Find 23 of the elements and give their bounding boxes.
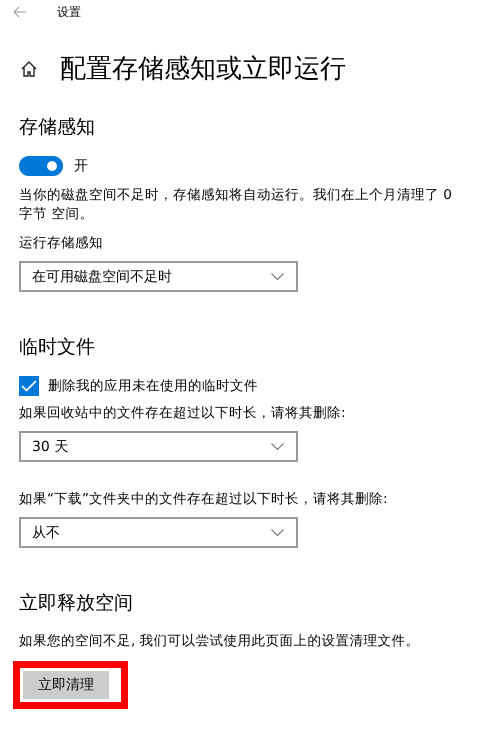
dropdown-label: 如果“下载”文件夹中的文件存在超过以下时长，请将其删除: xyxy=(19,490,389,508)
back-icon[interactable] xyxy=(13,6,27,18)
page-title: 配置存储感知或立即运行 xyxy=(60,53,346,86)
window-title: 设置 xyxy=(57,4,81,20)
section-heading: 立即释放空间 xyxy=(19,591,134,616)
description-text: 当你的磁盘空间不足时，存储感知将自动运行。我们在上个月清理了 0 字节 空间。 xyxy=(19,186,453,224)
dropdown[interactable]: 在可用磁盘空间不足时 xyxy=(19,261,298,292)
checkbox[interactable] xyxy=(19,376,39,396)
chevron-icon xyxy=(271,529,284,536)
home-icon[interactable] xyxy=(20,60,38,78)
toggle-label: 开 xyxy=(74,157,88,175)
description-text: 如果您的空间不足, 我们可以尝试使用此页面上的设置清理文件。 xyxy=(19,632,421,651)
section-heading: 存储感知 xyxy=(19,115,96,140)
dropdown-label: 如果回收站中的文件存在超过以下时长，请将其删除: xyxy=(19,404,347,422)
chevron-icon xyxy=(271,273,284,280)
chevron-icon xyxy=(271,443,284,450)
section-heading: 临时文件 xyxy=(19,335,96,360)
checkbox-label: 删除我的应用未在使用的临时文件 xyxy=(48,377,258,395)
dropdown[interactable]: 从不 xyxy=(19,517,298,548)
dropdown-label: 运行存储感知 xyxy=(19,234,104,252)
dropdown[interactable]: 30 天 xyxy=(19,431,298,462)
clean-now-button[interactable]: 立即清理 xyxy=(23,671,109,699)
toggle-switch[interactable] xyxy=(19,156,63,176)
